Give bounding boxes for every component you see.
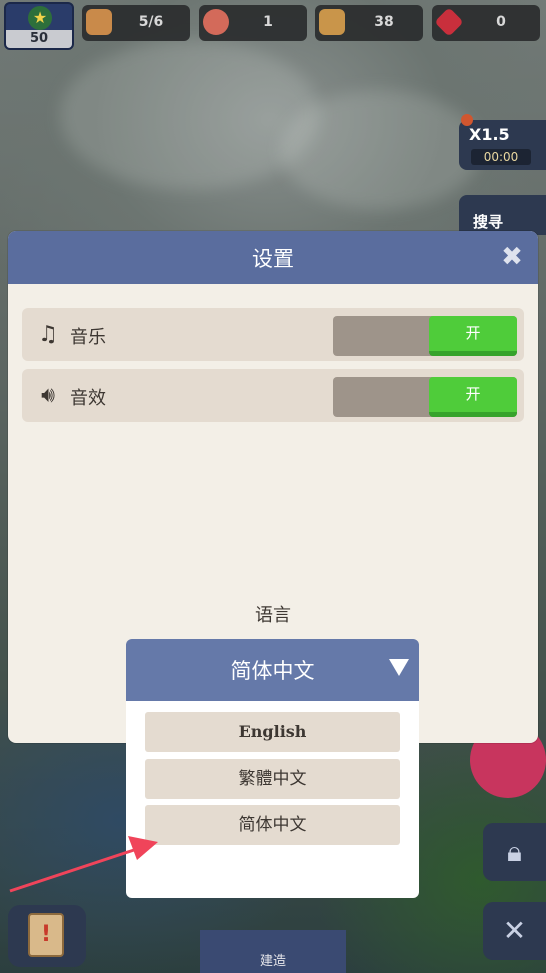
pointer-arrow	[9, 836, 158, 893]
